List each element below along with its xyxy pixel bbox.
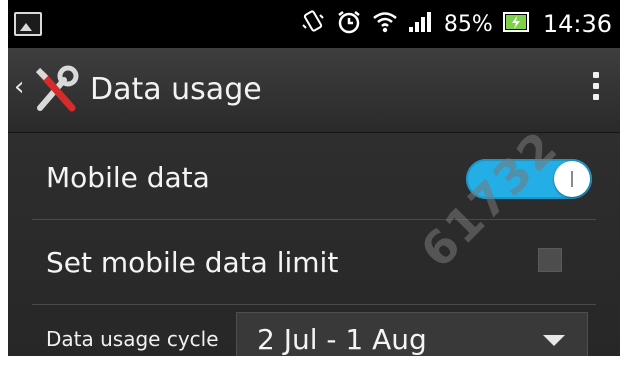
vibrate-icon xyxy=(300,9,326,39)
cycle-row: Data usage cycle 2 Jul - 1 Aug xyxy=(8,305,620,356)
signal-icon xyxy=(408,10,434,38)
image-notification-icon xyxy=(14,12,42,36)
battery-percent: 85% xyxy=(443,11,493,37)
cycle-value: 2 Jul - 1 Aug xyxy=(257,323,427,356)
cycle-label: Data usage cycle xyxy=(46,327,219,351)
status-icons: 85% 14:36 xyxy=(300,8,612,40)
clock: 14:36 xyxy=(542,10,612,38)
wifi-icon xyxy=(372,10,398,38)
cycle-dropdown[interactable]: 2 Jul - 1 Aug xyxy=(236,312,588,356)
data-limit-label: Set mobile data limit xyxy=(46,246,339,279)
battery-charging-icon xyxy=(502,11,531,37)
back-chevron-icon[interactable]: ‹ xyxy=(14,72,24,102)
data-limit-row[interactable]: Set mobile data limit xyxy=(8,220,620,304)
dropdown-arrow-icon xyxy=(543,335,565,346)
status-bar: 85% 14:36 xyxy=(8,0,620,48)
overflow-menu-icon[interactable] xyxy=(592,72,600,108)
data-limit-checkbox[interactable] xyxy=(538,248,562,272)
tools-icon[interactable] xyxy=(30,64,84,122)
page-title: Data usage xyxy=(90,72,262,107)
mobile-data-label: Mobile data xyxy=(46,161,210,194)
alarm-icon xyxy=(336,9,362,39)
